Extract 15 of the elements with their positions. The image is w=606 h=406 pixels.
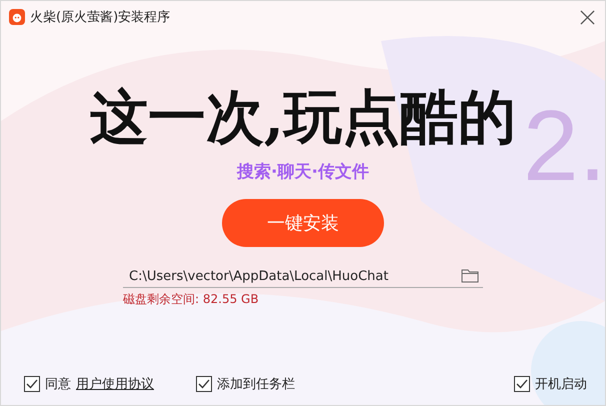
option-label: 添加到任务栏: [217, 376, 295, 393]
tagline: 搜索·聊天·传文件: [237, 160, 369, 183]
window-title: 火柴(原火萤酱)安装程序: [30, 9, 170, 26]
agreement-link[interactable]: 用户使用协议: [76, 375, 154, 393]
app-logo-icon: [9, 9, 25, 25]
headline: 这一次,玩点酷的: [90, 86, 516, 150]
checkbox[interactable]: [514, 376, 530, 392]
install-path-field[interactable]: C:\Users\vector\AppData\Local\HuoChat: [123, 266, 483, 288]
checkbox[interactable]: [196, 376, 212, 392]
option-label: 开机启动: [535, 376, 587, 393]
option-label: 同意: [45, 376, 71, 393]
disk-space-text: 磁盘剩余空间: 82.55 GB: [123, 290, 259, 308]
close-icon[interactable]: [580, 10, 595, 24]
folder-icon[interactable]: [461, 269, 479, 284]
checkbox[interactable]: [24, 376, 40, 392]
